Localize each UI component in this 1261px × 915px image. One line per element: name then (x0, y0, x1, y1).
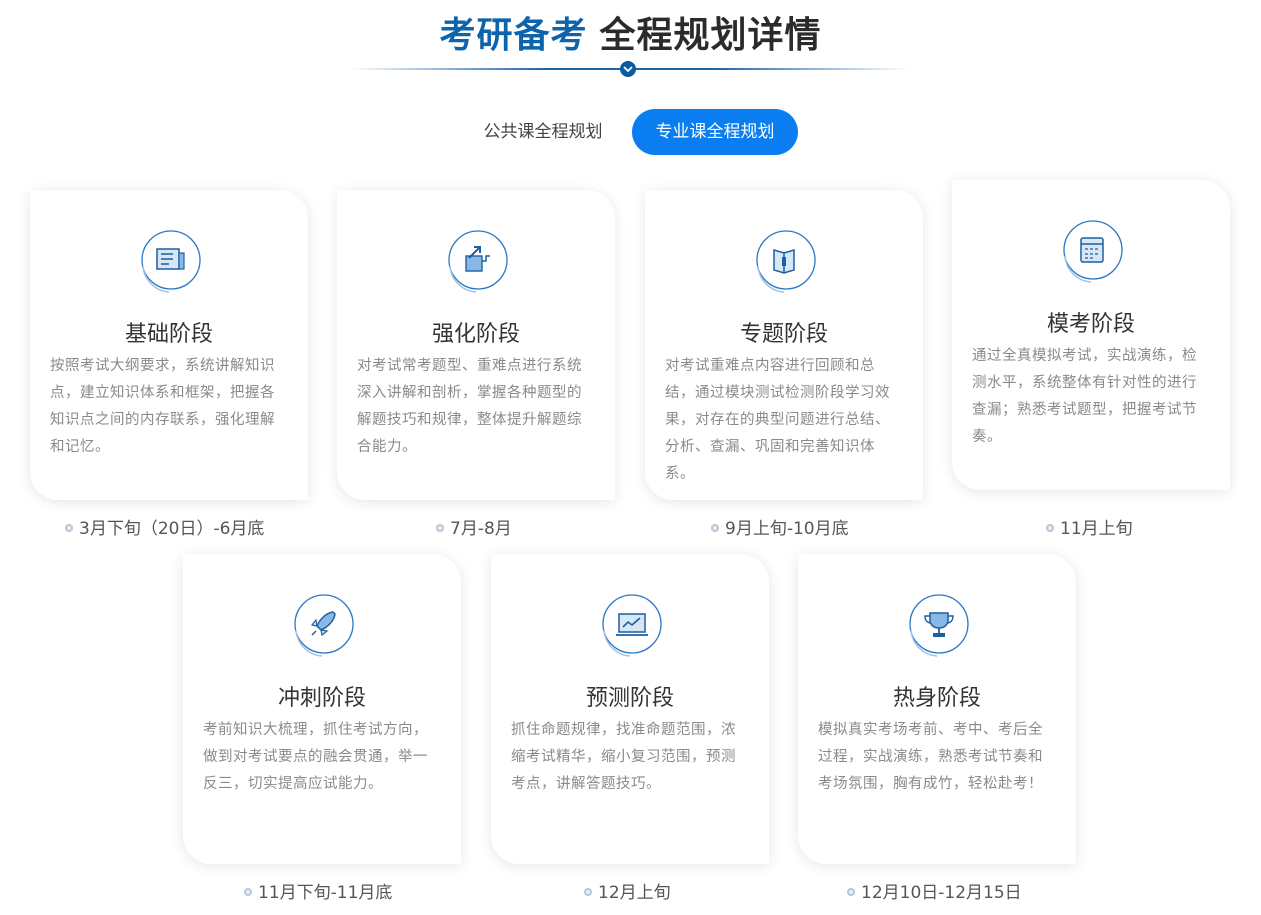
stage-date: 11月下旬-11月底 (244, 878, 392, 903)
stage-date: 7月-8月 (436, 514, 512, 539)
chevron-down-icon (620, 61, 636, 77)
page-title: 考研备考 全程规划详情 (0, 6, 1261, 58)
bullet-icon (711, 524, 719, 532)
trophy-icon (903, 592, 971, 660)
stage-description: 模拟真实考场考前、考中、考后全过程，实战演练，熟悉考试节奏和考场氛围，胸有成竹，… (818, 722, 1043, 792)
title-highlight: 考研备考 (439, 15, 588, 56)
stage-title: 强化阶段 (431, 322, 520, 347)
stage-description: 按照考试大纲要求，系统讲解知识点，建立知识体系和框架，把握各知识点之间的内存联系… (50, 358, 275, 455)
stage-date: 12月上旬 (584, 878, 671, 903)
stage-card-sprint[interactable]: 冲刺阶段 考前知识大梳理，抓住考试方向，做到对考试要点的融会贯通，举一反三，切实… (183, 554, 461, 864)
newspaper-icon (135, 228, 203, 296)
trend-arrow-icon (442, 228, 510, 296)
bullet-icon (436, 524, 444, 532)
stage-card-mock[interactable]: 模考阶段 通过全真模拟考试，实战演练，检测水平，系统整体有针对性的进行查漏；熟悉… (952, 180, 1230, 490)
stage-description: 通过全真模拟考试，实战演练，检测水平，系统整体有针对性的进行查漏；熟悉考试题型，… (972, 348, 1197, 445)
stage-card-forecast[interactable]: 预测阶段 抓住命题规律，找准命题范围，浓缩考试精华，缩小复习范围，预测考点，讲解… (491, 554, 769, 864)
bullet-icon (847, 888, 855, 896)
stage-title: 专题阶段 (739, 322, 828, 347)
bullet-icon (244, 888, 252, 896)
stage-title: 基础阶段 (124, 322, 213, 347)
open-book-icon (750, 228, 818, 296)
bullet-icon (1046, 524, 1054, 532)
stage-date: 3月下旬（20日）-6月底 (65, 514, 264, 539)
stage-card-intensive[interactable]: 强化阶段 对考试常考题型、重难点进行系统深入讲解和剖析，掌握各种题型的解题技巧和… (337, 190, 615, 500)
title-main: 全程规划详情 (599, 15, 822, 56)
stage-date: 11月上旬 (1046, 514, 1133, 539)
stage-title: 冲刺阶段 (277, 686, 366, 711)
tab-major-course[interactable]: 专业课全程规划 (632, 109, 798, 155)
stage-card-topic[interactable]: 专题阶段 对考试重难点内容进行回顾和总结，通过模块测试检测阶段学习效果，对存在的… (645, 190, 923, 500)
stage-description: 抓住命题规律，找准命题范围，浓缩考试精华，缩小复习范围，预测考点，讲解答题技巧。 (511, 722, 736, 792)
stage-description: 对考试常考题型、重难点进行系统深入讲解和剖析，掌握各种题型的解题技巧和规律，整体… (357, 358, 582, 455)
chart-screen-icon (596, 592, 664, 660)
bullet-icon (584, 888, 592, 896)
tab-public-course[interactable]: 公共课全程规划 (470, 109, 616, 155)
stage-date: 12月10日-12月15日 (847, 878, 1022, 903)
stage-card-warmup[interactable]: 热身阶段 模拟真实考场考前、考中、考后全过程，实战演练，熟悉考试节奏和考场氛围，… (798, 554, 1076, 864)
stage-date: 9月上旬-10月底 (711, 514, 849, 539)
exam-sheet-icon (1057, 218, 1125, 286)
stage-description: 对考试重难点内容进行回顾和总结，通过模块测试检测阶段学习效果，对存在的典型问题进… (665, 358, 890, 482)
stage-title: 热身阶段 (892, 686, 981, 711)
stage-title: 模考阶段 (1046, 312, 1135, 337)
bullet-icon (65, 524, 73, 532)
plan-tabs: 公共课全程规划 专业课全程规划 (0, 109, 1261, 155)
stage-title: 预测阶段 (585, 686, 674, 711)
rocket-icon (288, 592, 356, 660)
stage-card-basic[interactable]: 基础阶段 按照考试大纲要求，系统讲解知识点，建立知识体系和框架，把握各知识点之间… (30, 190, 308, 500)
stage-description: 考前知识大梳理，抓住考试方向，做到对考试要点的融会贯通，举一反三，切实提高应试能… (203, 722, 428, 792)
